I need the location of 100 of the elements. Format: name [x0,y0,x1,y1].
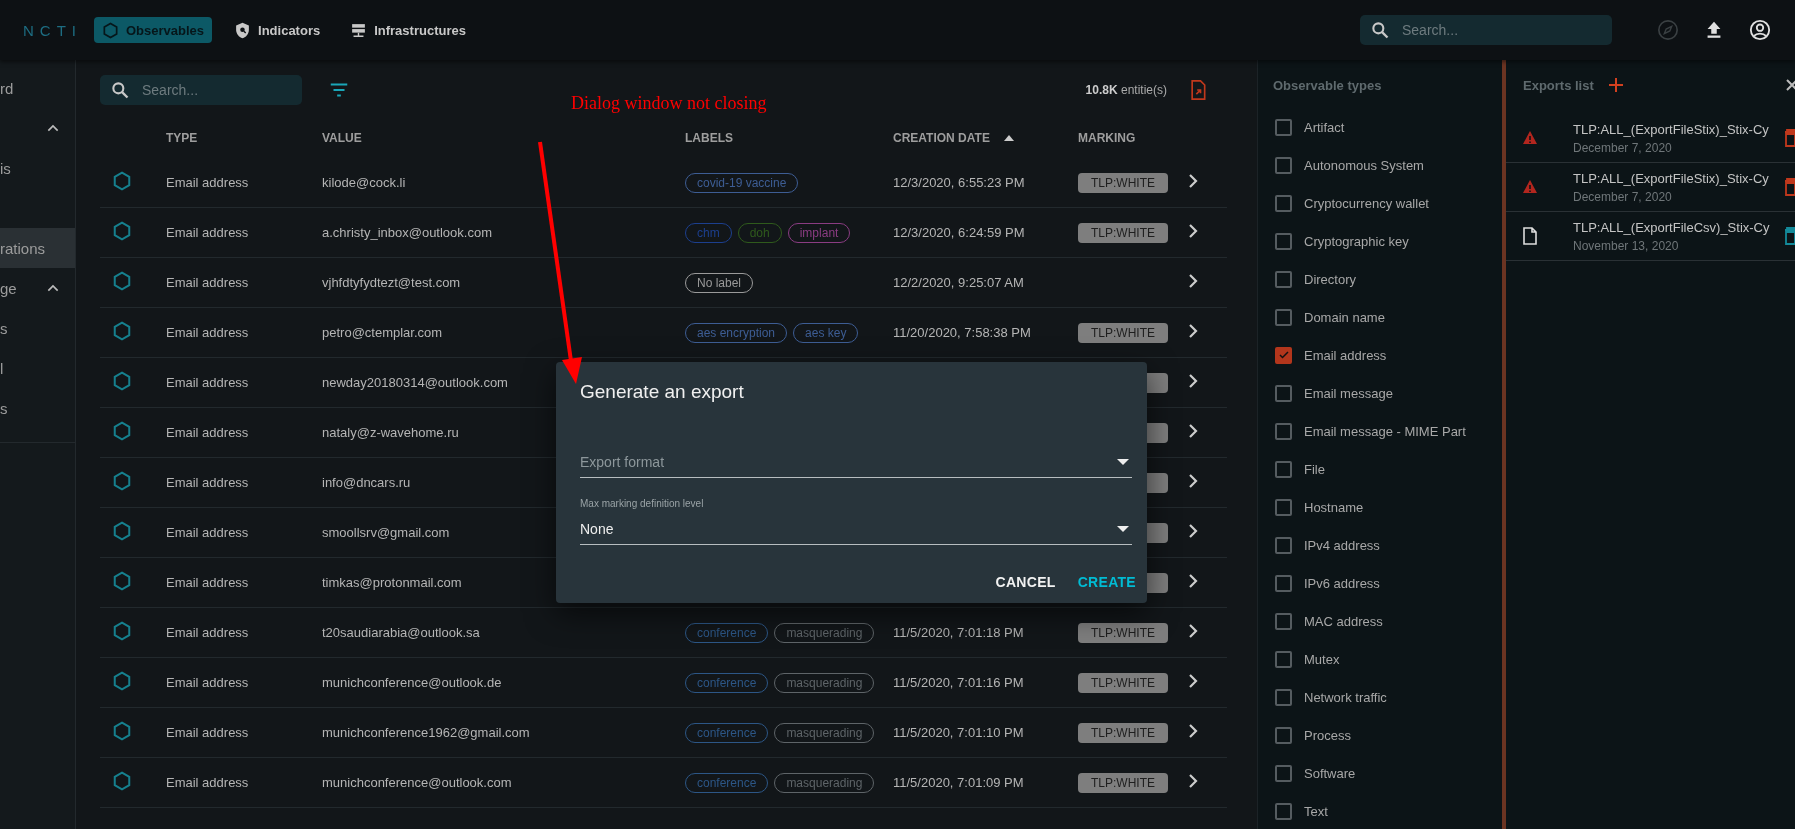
checkbox[interactable] [1275,308,1292,326]
trash-icon[interactable] [1784,129,1795,147]
server-icon [350,21,368,39]
checkbox-label: Mutex [1304,651,1340,667]
chevron-right-icon[interactable] [1187,724,1199,738]
create-button[interactable]: CREATE [1069,567,1144,597]
checkbox-label: Cryptocurrency wallet [1304,195,1429,211]
sidebar-item[interactable]: rations [0,228,75,268]
column-header[interactable]: MARKING [1078,131,1136,145]
trash-icon[interactable] [1784,227,1795,245]
annotation-text: Dialog window not closing [571,93,767,114]
sidebar-item[interactable]: s [0,388,75,428]
sort-up-icon[interactable] [1003,135,1014,141]
chevron-right-icon[interactable] [1187,324,1199,338]
chevron-right-icon[interactable] [1187,474,1199,488]
checkbox[interactable] [1275,346,1292,364]
select-field[interactable]: Export format [580,446,1132,478]
column-header[interactable]: TYPE [166,131,198,145]
search-field[interactable]: Search... [1360,15,1612,45]
checkbox[interactable] [1275,232,1292,250]
chevron-right-icon[interactable] [1187,774,1199,788]
checkbox[interactable] [1275,574,1292,592]
value-cell: petro@ctemplar.com [322,325,443,340]
column-header[interactable]: LABELS [685,131,733,145]
panel-title: Observable types [1273,76,1383,95]
checkbox-label: Software [1304,765,1356,781]
value-cell: munichconference@outlook.de [322,675,502,690]
checkbox[interactable] [1275,688,1292,706]
hexagon-icon [112,370,132,392]
type-cell: Email address [166,625,249,640]
value-cell: munichconference1962@gmail.com [322,725,530,740]
checkbox[interactable] [1275,156,1292,174]
type-cell: Email address [166,375,249,390]
nav-tab[interactable]: Infrastructures [342,17,474,43]
value-cell: munichconference@outlook.com [322,775,512,790]
checkbox[interactable] [1275,536,1292,554]
checkbox[interactable] [1275,650,1292,668]
hexagon-icon [112,470,132,492]
marking-tag: TLP:WHITE [1078,622,1168,643]
file-name[interactable]: TLP:ALL_(ExportFileCsv)_Stix-Cy [1573,219,1784,235]
sidebar-item[interactable]: is [0,148,75,188]
checkbox[interactable] [1275,384,1292,402]
checkbox-label: Network traffic [1304,689,1387,705]
date-cell: 11/5/2020, 7:01:18 PM [893,625,1024,640]
dropdown-icon [1117,458,1129,465]
file-name[interactable]: TLP:ALL_(ExportFileStix)_Stix-Cy [1573,170,1784,186]
sidebar-item[interactable]: ge [0,268,75,308]
checkbox[interactable] [1275,118,1292,136]
chevron-right-icon[interactable] [1187,374,1199,388]
checkbox[interactable] [1275,422,1292,440]
chevron-right-icon[interactable] [1187,224,1199,238]
column-header[interactable]: VALUE [322,131,362,145]
checkbox-label: Email message [1304,385,1393,401]
sidebar-item[interactable]: s [0,308,75,348]
checkbox[interactable] [1275,270,1292,288]
checkbox[interactable] [1275,802,1292,820]
compass-icon[interactable] [1657,19,1679,41]
search-icon [1370,20,1390,40]
chevron-right-icon[interactable] [1187,174,1199,188]
value-cell: info@dncars.ru [322,475,411,490]
chevron-right-icon[interactable] [1187,274,1199,288]
nav-tab[interactable]: Indicators [226,17,329,43]
sidebar-item[interactable]: rd [0,68,75,108]
column-header[interactable]: CREATION DATE [893,131,990,145]
checkbox[interactable] [1275,498,1292,516]
checkbox[interactable] [1275,460,1292,478]
search-field[interactable]: Search... [100,75,302,105]
chevron-right-icon[interactable] [1187,674,1199,688]
chevron-right-icon[interactable] [1187,574,1199,588]
field-label: Max marking definition level [580,498,705,509]
hexagon-icon [112,170,132,192]
checkbox[interactable] [1275,726,1292,744]
checkbox-label: Text [1304,803,1328,819]
search-input[interactable]: Search... [140,81,284,99]
account-icon[interactable] [1749,19,1771,41]
chevron-right-icon[interactable] [1187,624,1199,638]
file-date: November 13, 2020 [1573,238,1680,253]
search-input[interactable]: Search... [1400,21,1564,39]
hexagon-icon [102,21,119,39]
checkbox[interactable] [1275,764,1292,782]
checkbox-label: Autonomous System [1304,157,1424,173]
checkbox[interactable] [1275,194,1292,212]
hexagon-icon [112,320,132,342]
trash-icon[interactable] [1784,178,1795,196]
type-cell: Email address [166,175,249,190]
add-icon[interactable] [1607,77,1624,93]
cancel-button[interactable]: CANCEL [987,567,1064,597]
file-export-icon[interactable] [1189,80,1207,100]
select-field[interactable]: None [580,513,1132,545]
date-cell: 12/3/2020, 6:24:59 PM [893,225,1025,240]
file-name[interactable]: TLP:ALL_(ExportFileStix)_Stix-Cy [1573,121,1784,137]
logo-text: NCTI [22,21,82,39]
sidebar-item[interactable]: l [0,348,75,388]
checkbox-label: File [1304,461,1325,477]
hexagon-icon [112,420,132,442]
close-icon[interactable] [1786,78,1795,92]
checkbox[interactable] [1275,612,1292,630]
chevron-right-icon[interactable] [1187,424,1199,438]
hexagon-icon [112,220,132,242]
chevron-right-icon[interactable] [1187,524,1199,538]
